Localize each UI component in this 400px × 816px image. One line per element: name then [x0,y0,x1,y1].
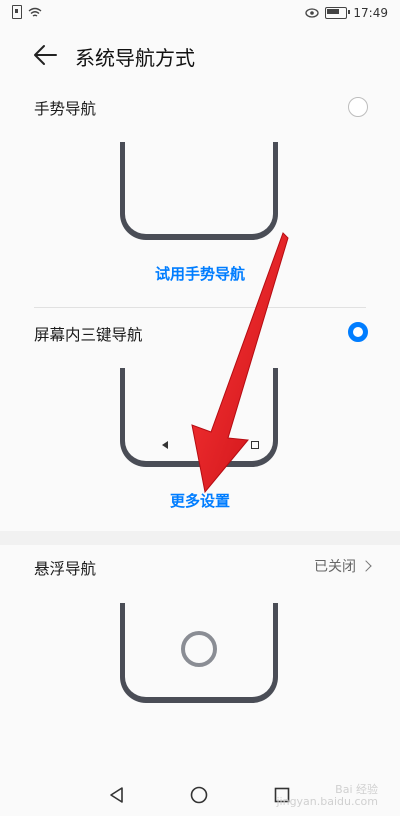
more-settings-link[interactable]: 更多设置 [0,490,400,511]
floating-status-text: 已关闭 [314,559,356,575]
three-key-navigation-radio[interactable] [348,322,368,342]
status-bar: 17:49 [0,0,400,28]
section-spacer [0,531,400,545]
nav-back-icon[interactable] [108,786,124,804]
nav-home-icon[interactable] [190,786,208,804]
three-key-preview-buttons [162,440,259,449]
recents-square-icon [251,440,259,449]
home-circle-icon [206,440,215,449]
chevron-right-icon [360,560,372,572]
floating-navigation-status[interactable]: 已关闭 [314,556,372,576]
three-key-phone-illustration [120,368,278,467]
gesture-navigation-label: 手势导航 [34,100,97,118]
watermark-line2: jingyan.baidu.com [276,795,378,808]
gesture-navigation-radio[interactable] [348,97,368,117]
try-gesture-navigation-link[interactable]: 试用手势导航 [0,263,400,284]
watermark: Bai 经验 jingyan.baidu.com [276,784,378,808]
status-left [12,5,42,19]
status-right: 17:49 [305,6,388,20]
floating-button-icon [181,631,217,667]
three-key-navigation-label: 屏幕内三键导航 [34,326,143,344]
back-triangle-icon [162,440,168,449]
header: 系统导航方式 [0,30,400,80]
sim-icon [12,5,22,19]
back-arrow-icon[interactable] [30,40,60,70]
wifi-icon [28,7,42,17]
floating-navigation-label: 悬浮导航 [34,560,97,578]
battery-icon [325,7,351,19]
eye-icon [305,8,320,18]
divider [34,307,366,308]
page-title: 系统导航方式 [75,46,195,70]
gesture-phone-illustration [120,142,278,240]
status-time: 17:49 [353,6,388,20]
